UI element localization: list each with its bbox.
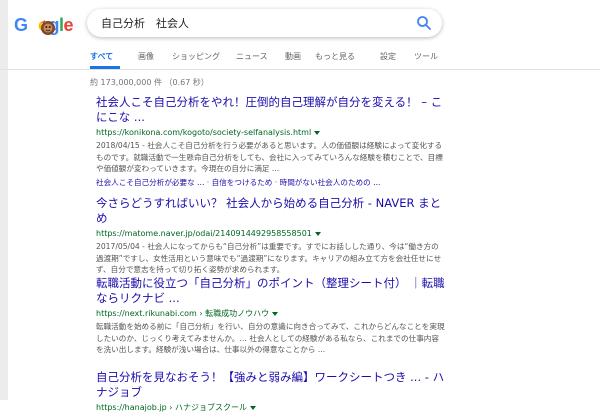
tab-news[interactable]: ニュース xyxy=(236,51,268,62)
caret-down-icon[interactable] xyxy=(272,311,279,316)
result-url-text[interactable]: https://matome.naver.jp/odai/21409144929… xyxy=(96,229,312,238)
header-divider xyxy=(0,69,600,70)
google-logo[interactable]: Google xyxy=(14,11,76,45)
result-snippet: 転職活動を始める前に「自己分析」を行い、自分の意識に向き合ってみて、これからどん… xyxy=(96,322,445,354)
tab-videos[interactable]: 動画 xyxy=(285,51,301,62)
caret-down-icon[interactable] xyxy=(314,231,321,236)
tab-shopping[interactable]: ショッピング xyxy=(172,51,220,62)
result-url: https://konikona.com/kogoto/society-self… xyxy=(96,127,446,139)
logo-letter: e xyxy=(63,15,74,35)
sitelink[interactable]: 社会人こそ自己分析が必要な ... xyxy=(96,178,204,187)
result-url-text[interactable]: https://next.rikunabi.com › 転職成功ノウハウ xyxy=(96,309,269,318)
result-url: https://next.rikunabi.com › 転職成功ノウハウ xyxy=(96,308,446,320)
result-url-text[interactable]: https://hanajob.jp › ハナジョブスクール xyxy=(96,403,247,412)
sitelink[interactable]: 自信をつけるため xyxy=(212,178,273,187)
logo-letter: G xyxy=(14,15,28,35)
search-box[interactable] xyxy=(87,9,442,37)
result-stats: 約 173,000,000 件 （0.67 秒） xyxy=(90,78,209,87)
search-icon[interactable] xyxy=(416,15,432,31)
result-title[interactable]: 今さらどうすればいい？ 社会人から始める自己分析 - NAVER まとめ xyxy=(96,196,446,226)
tab-tools[interactable]: ツール xyxy=(414,51,438,62)
left-rail xyxy=(0,0,8,400)
result-sitelinks: 社会人こそ自己分析が必要な ... · 自信をつけるため · 時間がない社会人の… xyxy=(96,177,446,188)
search-tabs: すべて 画像 ショッピング ニュース 動画 もっと見る 設定 ツール xyxy=(90,51,450,69)
result-url: https://matome.naver.jp/odai/21409144929… xyxy=(96,228,446,240)
result-title[interactable]: 社会人こそ自己分析をやれ！圧倒的自己理解が自分を変える！ – こにこな ... xyxy=(96,95,446,125)
search-result: 転職活動に役立つ「自己分析」のポイント（整理シート付） ｜転職ならリクナビ ..… xyxy=(96,276,446,356)
search-result: 社会人こそ自己分析をやれ！圧倒的自己理解が自分を変える！ – こにこな ... … xyxy=(96,95,446,188)
caret-down-icon[interactable] xyxy=(249,405,256,410)
tab-more[interactable]: もっと見る xyxy=(315,51,355,62)
tab-images[interactable]: 画像 xyxy=(138,51,154,62)
result-url-text[interactable]: https://konikona.com/kogoto/society-self… xyxy=(96,128,311,137)
result-snippet: 2017/05/04 - 社会人になってからも“自己分析”は重要です。すでにお話… xyxy=(96,242,442,274)
result-title[interactable]: 自己分析を見なおそう！【強みと弱み編】ワークシートつき ... - ハナジョブ xyxy=(96,370,446,400)
sitelink[interactable]: 時間がない社会人のための ... xyxy=(280,178,381,187)
tab-settings[interactable]: 設定 xyxy=(380,51,396,62)
search-result: 自己分析を見なおそう！【強みと弱み編】ワークシートつき ... - ハナジョブ … xyxy=(96,370,446,414)
doodle-icon xyxy=(41,20,55,35)
result-title[interactable]: 転職活動に役立つ「自己分析」のポイント（整理シート付） ｜転職ならリクナビ ..… xyxy=(96,276,446,306)
tab-all[interactable]: すべて xyxy=(90,51,113,62)
search-input[interactable] xyxy=(101,14,401,32)
result-url: https://hanajob.jp › ハナジョブスクール xyxy=(96,402,446,414)
caret-down-icon[interactable] xyxy=(314,130,321,135)
search-result: 今さらどうすればいい？ 社会人から始める自己分析 - NAVER まとめ htt… xyxy=(96,196,446,276)
result-snippet: 2018/04/15 - 社会人こそ自己分析を行う必要があると思います。人の価値… xyxy=(96,141,443,173)
